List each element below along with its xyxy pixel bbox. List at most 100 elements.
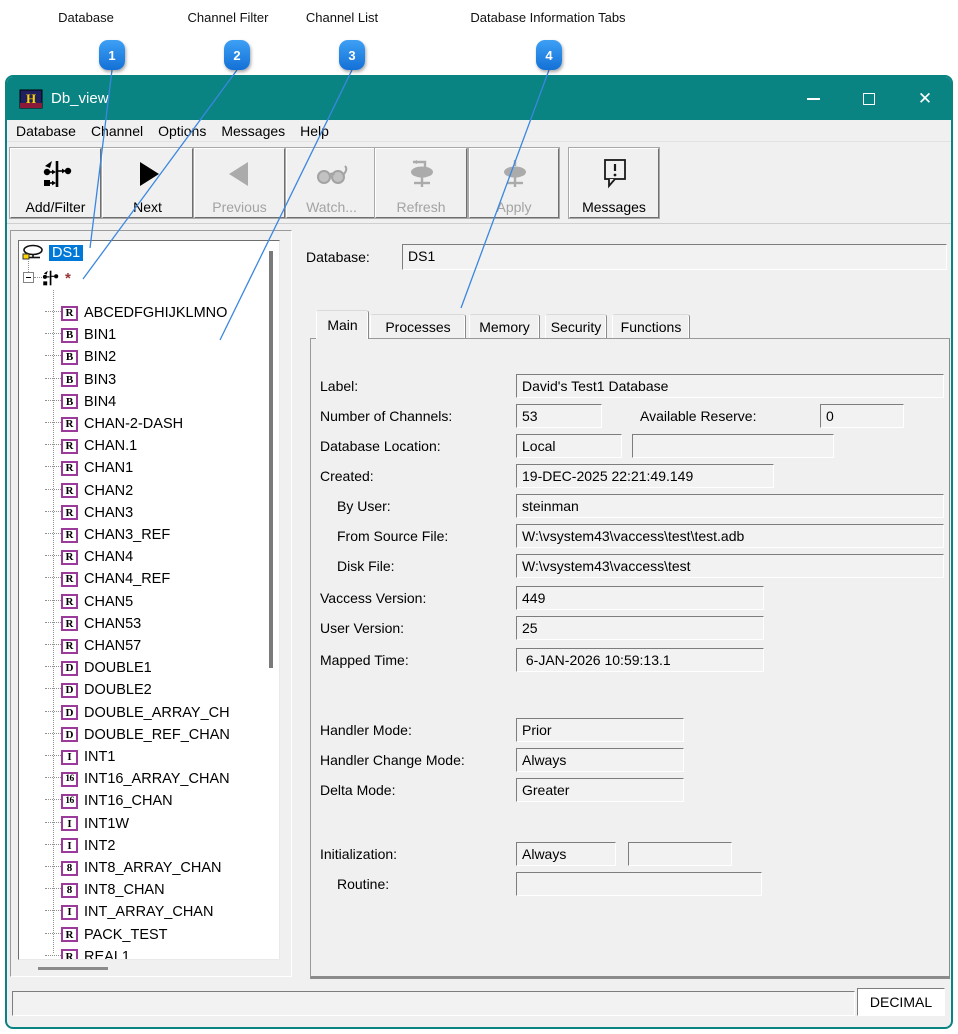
tree-node-channel[interactable]: DDOUBLE_REF_CHAN — [61, 725, 279, 745]
channel-name: INT_ARRAY_CHAN — [84, 904, 213, 920]
refresh-button[interactable]: Refresh — [375, 148, 467, 218]
tree-node-channel[interactable]: DDOUBLE_ARRAY_CH — [61, 703, 279, 723]
tree-node-channel[interactable]: RCHAN53 — [61, 614, 279, 634]
tree-connector — [45, 511, 61, 512]
tab-memory[interactable]: Memory — [469, 314, 540, 338]
tree-node-database-label: DS1 — [49, 245, 83, 261]
close-button[interactable]: ✕ — [902, 77, 948, 120]
vaccess-version-field[interactable]: 449 — [516, 586, 764, 610]
channel-name: CHAN.1 — [84, 438, 137, 454]
tree-node-database[interactable]: DS1 — [21, 243, 83, 263]
tree-node-channel[interactable]: RPACK_TEST — [61, 925, 279, 945]
tree-node-channel[interactable]: RCHAN3 — [61, 503, 279, 523]
menu-messages[interactable]: Messages — [221, 123, 285, 139]
annotation-badge-4: 4 — [536, 40, 562, 70]
previous-label: Previous — [212, 199, 266, 215]
messages-button[interactable]: Messages — [569, 148, 659, 218]
source-file-field[interactable]: W:\vsystem43\vaccess\test\test.adb — [516, 524, 944, 548]
tree-node-channel[interactable]: RCHAN-2-DASH — [61, 414, 279, 434]
channel-name: BIN1 — [84, 327, 116, 343]
channel-tree[interactable]: DS1 * RABCEDFGHIJKLMNOBBIN1BBIN2BBI — [18, 240, 280, 960]
label-field[interactable]: David's Test1 Database — [516, 374, 944, 398]
tree-vertical-scrollbar[interactable] — [269, 251, 273, 668]
channel-type-icon: 8 — [61, 883, 78, 898]
tree-node-channel[interactable]: RABCEDFGHIJKLMNO — [61, 303, 279, 323]
tree-node-channel[interactable]: RCHAN2 — [61, 481, 279, 501]
menu-bar: Database Channel Options Messages Help — [7, 120, 951, 142]
channel-type-icon: R — [61, 572, 78, 587]
channel-name: INT1 — [84, 749, 115, 765]
tree-node-channel[interactable]: 8INT8_CHAN — [61, 880, 279, 900]
refresh-label: Refresh — [396, 199, 445, 215]
tab-processes[interactable]: Processes — [370, 314, 466, 338]
tree-connector — [45, 533, 61, 534]
add-filter-button[interactable]: Add/Filter — [10, 148, 101, 218]
tree-node-channel[interactable]: BBIN2 — [61, 347, 279, 367]
location-field-2[interactable] — [632, 434, 834, 458]
tree-node-channel[interactable]: RCHAN57 — [61, 636, 279, 656]
database-field[interactable]: DS1 — [402, 244, 947, 270]
handler-change-mode-field[interactable]: Always — [516, 748, 684, 772]
tab-functions[interactable]: Functions — [612, 314, 690, 338]
handler-mode-field[interactable]: Prior — [516, 718, 684, 742]
watch-button[interactable]: Watch... — [286, 148, 377, 218]
tree-node-channel[interactable]: DDOUBLE2 — [61, 680, 279, 700]
user-version-field[interactable]: 25 — [516, 616, 764, 640]
radix-mode-indicator[interactable]: DECIMAL — [857, 988, 945, 1016]
channel-type-icon: B — [61, 372, 78, 387]
tree-node-channel[interactable]: 8INT8_ARRAY_CHAN — [61, 858, 279, 878]
handler-change-mode-label: Handler Change Mode: — [320, 752, 465, 768]
reserve-field[interactable]: 0 — [820, 404, 904, 428]
channels-field[interactable]: 53 — [516, 404, 602, 428]
by-user-field[interactable]: steinman — [516, 494, 944, 518]
previous-button[interactable]: Previous — [194, 148, 285, 218]
initialization-field-2[interactable] — [628, 842, 732, 866]
tree-connector — [45, 844, 61, 845]
next-button[interactable]: Next — [102, 148, 193, 218]
initialization-field[interactable]: Always — [516, 842, 616, 866]
channel-name: CHAN3 — [84, 505, 133, 521]
tree-node-channel[interactable]: RCHAN.1 — [61, 436, 279, 456]
menu-options[interactable]: Options — [158, 123, 206, 139]
tree-node-channel[interactable]: RCHAN1 — [61, 458, 279, 478]
created-field[interactable]: 19-DEC-2025 22:21:49.149 — [516, 464, 774, 488]
tree-node-channel[interactable]: RREAL1 — [61, 947, 279, 960]
tree-horizontal-scrollbar[interactable] — [38, 967, 108, 970]
location-field[interactable]: Local — [516, 434, 622, 458]
routine-field[interactable] — [516, 872, 762, 896]
tree-node-channel[interactable]: IINT1W — [61, 814, 279, 834]
tree-connector — [45, 333, 61, 334]
menu-channel[interactable]: Channel — [91, 123, 143, 139]
tree-connector — [45, 955, 61, 956]
messages-icon — [598, 149, 630, 199]
tree-node-channel[interactable]: RCHAN3_REF — [61, 525, 279, 545]
maximize-button[interactable] — [846, 77, 892, 120]
tree-node-channel[interactable]: DDOUBLE1 — [61, 658, 279, 678]
tree-node-channel-filter[interactable]: * — [41, 268, 71, 288]
tree-node-channel[interactable]: BBIN3 — [61, 370, 279, 390]
minimize-button[interactable] — [790, 77, 836, 120]
delta-mode-label: Delta Mode: — [320, 782, 395, 798]
channel-name: INT8_ARRAY_CHAN — [84, 860, 222, 876]
add-filter-icon — [40, 149, 72, 199]
tree-node-channel[interactable]: BBIN4 — [61, 392, 279, 412]
mapped-time-field[interactable]: 6-JAN-2026 10:59:13.1 — [516, 648, 764, 672]
tree-node-channel[interactable]: BBIN1 — [61, 325, 279, 345]
tree-node-channel[interactable]: RCHAN4 — [61, 547, 279, 567]
tree-collapse-toggle[interactable] — [23, 272, 34, 283]
tab-main[interactable]: Main — [316, 310, 369, 339]
tree-node-channel[interactable]: RCHAN5 — [61, 592, 279, 612]
tree-node-channel[interactable]: IINT_ARRAY_CHAN — [61, 902, 279, 922]
tree-node-channel[interactable]: IINT1 — [61, 747, 279, 767]
tree-node-channel[interactable]: 16INT16_CHAN — [61, 791, 279, 811]
tree-node-channel[interactable]: IINT2 — [61, 836, 279, 856]
disk-file-field[interactable]: W:\vsystem43\vaccess\test — [516, 554, 944, 578]
tree-node-channel[interactable]: 16INT16_ARRAY_CHAN — [61, 769, 279, 789]
delta-mode-field[interactable]: Greater — [516, 778, 684, 802]
tree-node-channel[interactable]: RCHAN4_REF — [61, 569, 279, 589]
menu-database[interactable]: Database — [16, 123, 76, 139]
apply-button[interactable]: Apply — [469, 148, 559, 218]
tab-security[interactable]: Security — [545, 314, 607, 338]
created-label: Created: — [320, 468, 374, 484]
menu-help[interactable]: Help — [300, 123, 329, 139]
